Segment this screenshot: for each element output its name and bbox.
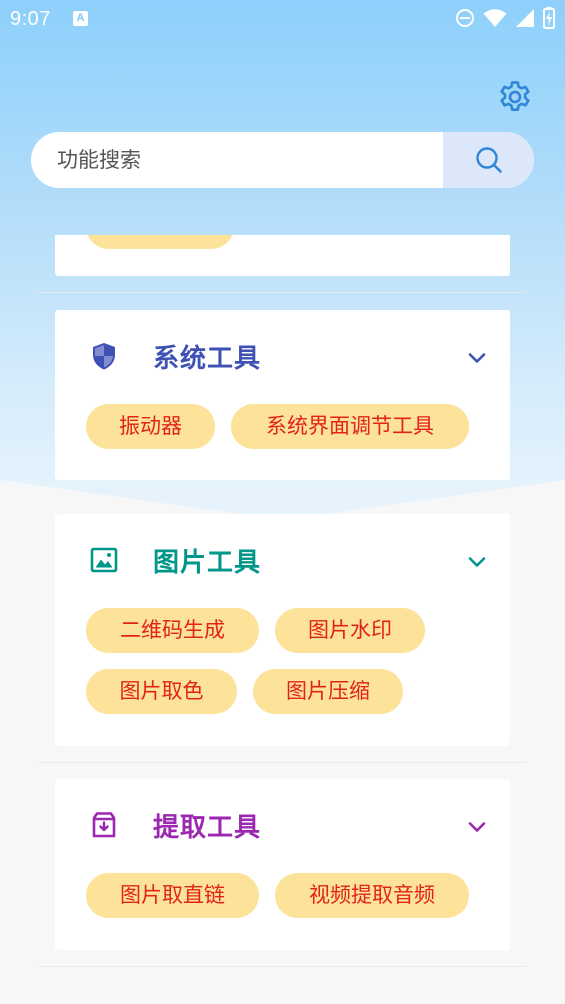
settings-button[interactable] (497, 79, 533, 115)
section-divider (39, 762, 526, 763)
status-icons (455, 7, 555, 29)
tool-chip[interactable]: 图片取直链 (86, 873, 259, 918)
search-input[interactable] (31, 132, 467, 188)
signal-icon (516, 9, 534, 27)
do-not-disturb-icon (456, 9, 474, 27)
tool-chip[interactable]: 系统界面调节工具 (231, 404, 469, 449)
tool-chip[interactable]: 振动器 (86, 404, 215, 449)
image-icon (90, 547, 118, 573)
search-icon (475, 147, 502, 173)
status-bar: 9:07 A (0, 0, 565, 38)
a-notification-icon: A (73, 11, 88, 26)
section-title: 提取工具 (153, 813, 262, 843)
gear-icon (500, 81, 530, 111)
tool-list[interactable]: 系统工具 振动器 系统界面调节工具 图片工具 二维码生成 图片水印 图片取色 图… (0, 235, 565, 1004)
status-time: 9:07 (10, 8, 51, 30)
wifi-icon (483, 9, 507, 27)
tool-chip-partial[interactable] (86, 235, 234, 249)
section-divider (39, 966, 526, 967)
tool-chip[interactable]: 图片压缩 (253, 669, 403, 714)
chevron-down-icon (468, 353, 486, 363)
shield-icon (93, 343, 115, 370)
tool-chip[interactable]: 二维码生成 (86, 608, 259, 653)
tool-card-partial (55, 235, 510, 276)
section-header-system-tools[interactable]: 系统工具 (55, 310, 510, 400)
section-title: 图片工具 (153, 548, 262, 578)
chevron-down-icon (468, 822, 486, 832)
archive-download-icon (92, 812, 116, 838)
search-bar (31, 132, 534, 188)
section-extract-tools: 提取工具 图片取直链 视频提取音频 (55, 779, 510, 950)
search-button[interactable] (443, 132, 534, 188)
tool-chip[interactable]: 图片取色 (86, 669, 237, 714)
section-title: 系统工具 (153, 344, 262, 374)
tool-chip[interactable]: 图片水印 (275, 608, 425, 653)
battery-charging-icon (543, 7, 555, 29)
section-divider (39, 292, 526, 293)
section-header-image-tools[interactable]: 图片工具 (55, 514, 510, 604)
section-system-tools: 系统工具 振动器 系统界面调节工具 (55, 310, 510, 480)
section-header-extract-tools[interactable]: 提取工具 (55, 779, 510, 869)
chevron-down-icon (468, 557, 486, 567)
tool-chip[interactable]: 视频提取音频 (275, 873, 469, 918)
section-image-tools: 图片工具 二维码生成 图片水印 图片取色 图片压缩 (55, 514, 510, 746)
